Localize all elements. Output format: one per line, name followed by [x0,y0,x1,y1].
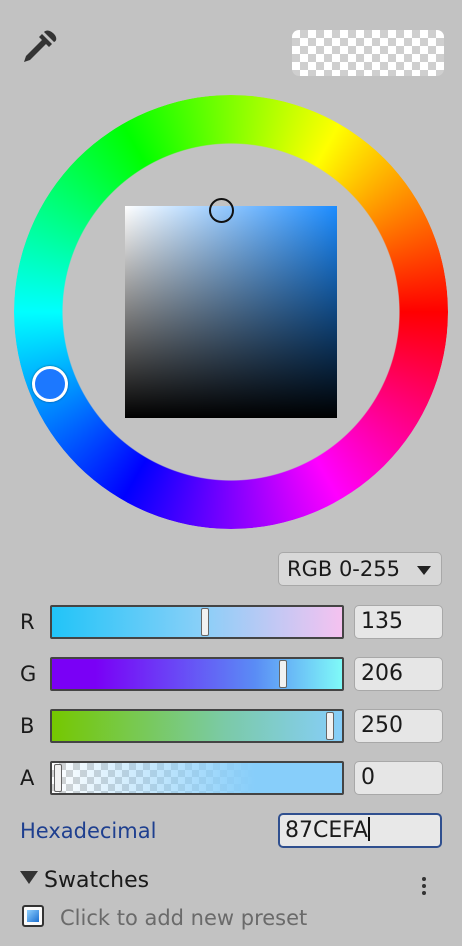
blue-value-field[interactable]: 250 [354,709,443,743]
green-slider-thumb[interactable] [279,660,287,688]
blue-slider-thumb[interactable] [326,712,334,740]
hexadecimal-input[interactable]: 87CEFA [278,813,442,848]
hexadecimal-label: Hexadecimal [20,819,157,843]
color-preview-swatch [292,30,444,76]
red-value-field[interactable]: 135 [354,605,443,639]
color-mode-dropdown[interactable]: RGB 0-255 [278,552,442,586]
alpha-slider[interactable] [50,761,344,795]
red-slider-thumb[interactable] [201,608,209,636]
chevron-down-icon [417,566,431,575]
eyedropper-icon[interactable] [18,28,58,68]
channel-label-g: G [20,662,37,686]
swatches-foldout[interactable]: Swatches [20,866,149,896]
add-preset-label[interactable]: Click to add new preset [60,903,307,933]
text-caret [367,817,370,841]
red-slider[interactable] [50,605,344,639]
swatches-title: Swatches [44,868,150,893]
hue-handle[interactable] [32,366,68,402]
saturation-value-square[interactable] [125,206,337,418]
channel-label-r: R [20,610,35,634]
add-preset-icon[interactable] [22,905,44,927]
blue-slider[interactable] [50,709,344,743]
green-slider[interactable] [50,657,344,691]
green-value-field[interactable]: 206 [354,657,443,691]
more-options-icon[interactable] [414,874,434,904]
saturation-value-handle[interactable] [209,198,234,223]
hexadecimal-value: 87CEFA [285,818,368,843]
color-mode-label: RGB 0-255 [287,557,400,581]
alpha-value-field[interactable]: 0 [354,761,443,795]
channel-label-b: B [20,714,35,738]
triangle-down-icon [20,871,38,884]
alpha-slider-thumb[interactable] [54,764,62,792]
channel-label-a: A [20,766,35,790]
